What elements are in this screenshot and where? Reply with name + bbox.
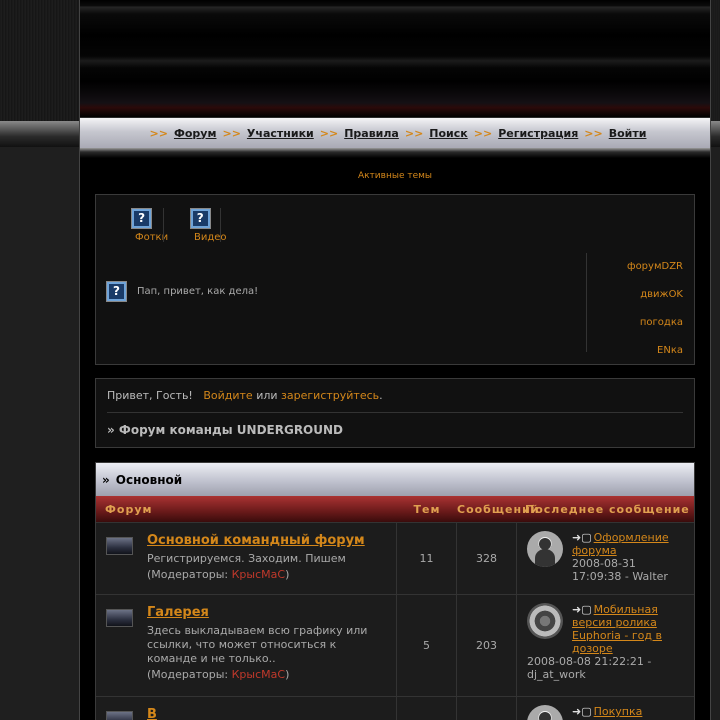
- link-forumdzr[interactable]: форумDZR: [587, 253, 683, 281]
- media-item-video[interactable]: ? Видео: [184, 208, 227, 243]
- forum-name-link[interactable]: Основной командный форум: [147, 533, 365, 548]
- nav-forum-link[interactable]: Форум: [174, 127, 217, 140]
- nav-separator-icon: >>: [149, 126, 168, 140]
- login-link[interactable]: Войдите: [203, 389, 252, 402]
- nav-separator-icon: >>: [473, 126, 493, 140]
- moderator-link[interactable]: КрысМаС: [232, 668, 285, 681]
- divider: [220, 208, 221, 242]
- nav-separator-icon: >>: [584, 126, 603, 140]
- speaker-avatar[interactable]: [527, 603, 563, 639]
- right-decor-band: [711, 121, 720, 147]
- guest-dot: .: [379, 389, 383, 402]
- header-banner: [80, 0, 710, 118]
- help-icon: ?: [189, 208, 211, 229]
- folder-icon: [106, 711, 133, 720]
- moderator-link[interactable]: КрысМаС: [232, 568, 285, 581]
- topics-count: [397, 697, 457, 720]
- nav-register-link[interactable]: Регистрация: [498, 127, 578, 140]
- media-item-photos[interactable]: ? Фотки: [125, 208, 168, 243]
- nav-separator-icon: >>: [222, 126, 241, 140]
- posts-count: 328: [457, 523, 517, 594]
- guest-greeting: Привет, Гость! Войдите или зарегиструйте…: [107, 389, 683, 402]
- col-posts: Сообщений: [457, 502, 540, 516]
- go-to-post-icon[interactable]: ➜▢: [572, 603, 592, 616]
- guest-panel: Привет, Гость! Войдите или зарегиструйте…: [95, 378, 695, 448]
- side-links: форумDZR движOK погодка ENка: [586, 253, 683, 356]
- register-link[interactable]: зарегиструйтесь: [281, 389, 379, 402]
- forum-description: Регистрируемся. Заходим. Пишем: [147, 552, 346, 565]
- last-post-cell: ➜▢ Покупка: [517, 697, 694, 720]
- category-title: Основной: [115, 472, 183, 487]
- greeting-row: ? Пап, привет, как дела!: [106, 281, 258, 302]
- info-panel: ? Фотки ? Видео ? Пап, привет, как дела!…: [95, 194, 695, 365]
- divider: [107, 412, 683, 413]
- go-to-post-icon[interactable]: ➜▢: [572, 531, 592, 544]
- forum-description: Здесь выкладываем всю графику или ссылки…: [147, 624, 368, 665]
- folder-icon: [106, 609, 133, 627]
- last-post-cell: ➜▢ Оформление форума 2008-08-31 17:09:38 …: [517, 523, 694, 594]
- forum-moderators: (Модераторы: КрысМаС): [147, 668, 290, 681]
- link-dvizhok[interactable]: движOK: [587, 281, 683, 309]
- left-decor-stripe: [0, 0, 79, 720]
- last-topic-link[interactable]: Покупка: [594, 705, 643, 718]
- active-topics-link[interactable]: Активные темы: [358, 171, 432, 181]
- guest-or-text: или: [256, 389, 278, 402]
- topics-count: 5: [397, 595, 457, 696]
- help-icon: ?: [106, 281, 127, 302]
- last-post-date: 2008-08-08 21:22:21 - dj_at_work: [527, 655, 652, 681]
- category-arrow-icon: »: [102, 472, 110, 487]
- col-topics: Тем: [413, 502, 441, 516]
- table-row: Основной командный форум Регистрируемся.…: [96, 522, 694, 594]
- table-row: Галерея Здесь выкладываем всю графику ил…: [96, 594, 694, 696]
- category-header: » Основной: [96, 463, 694, 496]
- forum-name-link[interactable]: Галерея: [147, 605, 388, 620]
- go-to-post-icon[interactable]: ➜▢: [572, 705, 592, 718]
- column-headers: Форум Тем Сообщений Последнее сообщение: [96, 496, 694, 522]
- guest-hello-text: Привет, Гость!: [107, 389, 193, 402]
- col-last-post: Последнее сообщение: [525, 502, 690, 516]
- media-video-link[interactable]: Видео: [194, 232, 227, 243]
- folder-icon: [106, 537, 133, 555]
- active-topics: Активные темы: [80, 171, 710, 181]
- avatar[interactable]: [527, 531, 563, 567]
- forum-table: » Основной Форум Тем Сообщений Последнее…: [95, 462, 695, 720]
- nav-search-link[interactable]: Поиск: [429, 127, 467, 140]
- posts-count: 203: [457, 595, 517, 696]
- forum-cell: В: [96, 697, 397, 720]
- nav-members-link[interactable]: Участники: [247, 127, 314, 140]
- right-decor-stripe: [711, 0, 720, 720]
- greeting-text: Пап, привет, как дела!: [137, 286, 259, 297]
- forum-moderators: (Модераторы: КрысМаС): [147, 568, 290, 581]
- left-decor-band: [0, 121, 79, 147]
- col-forum: Форум: [105, 502, 153, 516]
- forum-cell: Галерея Здесь выкладываем всю графику ил…: [96, 595, 397, 696]
- topics-count: 11: [397, 523, 457, 594]
- help-icon: ?: [131, 208, 153, 229]
- nav-separator-icon: >>: [319, 126, 339, 140]
- link-enka[interactable]: ENка: [587, 337, 683, 365]
- posts-count: [457, 697, 517, 720]
- nav-rules-link[interactable]: Правила: [344, 127, 399, 140]
- breadcrumb: » Форум команды UNDERGROUND: [107, 423, 344, 437]
- forum-name-link[interactable]: В: [147, 707, 157, 720]
- last-post-date: 2008-08-31 17:09:38 - Walter: [572, 557, 668, 583]
- forum-page: >> Форум >> Участники >> Правила >> Поис…: [79, 0, 711, 720]
- table-row: В ➜▢ Покупка: [96, 696, 694, 720]
- nav-shadow: [80, 148, 710, 158]
- nav-login-link[interactable]: Войти: [609, 127, 647, 140]
- divider: [163, 208, 164, 242]
- link-pogodka[interactable]: погодка: [587, 309, 683, 337]
- last-post-cell: ➜▢ Мобильная версия ролика Euphoria - год…: [517, 595, 694, 696]
- nav-separator-icon: >>: [404, 126, 424, 140]
- main-nav: >> Форум >> Участники >> Правила >> Поис…: [80, 118, 710, 148]
- forum-cell: Основной командный форум Регистрируемся.…: [96, 523, 397, 594]
- avatar[interactable]: [527, 705, 563, 720]
